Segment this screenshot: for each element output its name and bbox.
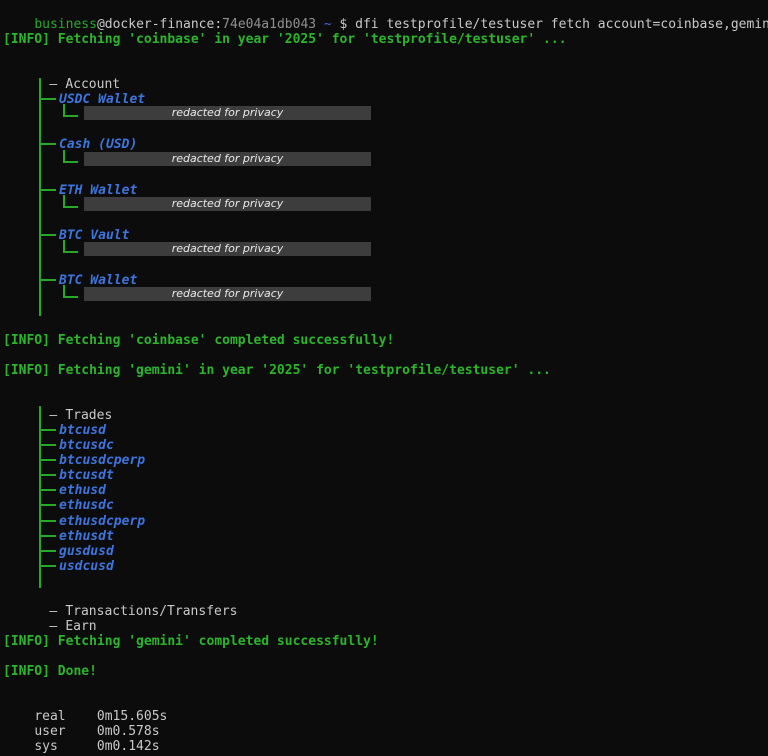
- info-fetch-gemini: [INFO] Fetching 'gemini' in year '2025' …: [3, 363, 551, 378]
- prompt-symbol: $: [340, 17, 348, 32]
- prompt-cwd: ~: [324, 17, 332, 32]
- prompt-username: business: [34, 17, 97, 32]
- trade-item: ethusdt: [59, 529, 114, 544]
- tree-branch-tick: [39, 565, 56, 567]
- trade-label: ethusdc: [59, 498, 114, 513]
- prompt-hostname: @docker-finance:: [97, 17, 222, 32]
- trade-item: ethusd: [59, 483, 106, 498]
- trade-label: gusdusd: [59, 544, 114, 559]
- timing-row-user: user0m0.578s: [3, 709, 160, 724]
- trade-item: btcusdcperp: [59, 453, 145, 468]
- trade-label: ethusdcperp: [59, 514, 145, 529]
- trade-label: usdcusd: [59, 559, 114, 574]
- info-done: [INFO] Done!: [3, 664, 97, 679]
- tree-branch-tick: [39, 429, 56, 431]
- tree-branch-tick: [39, 504, 56, 506]
- tree-vertical-line-trades: [39, 406, 41, 588]
- info-coinbase-done: [INFO] Fetching 'coinbase' completed suc…: [3, 333, 394, 348]
- timing-row-sys: sys0m0.142s: [3, 724, 160, 739]
- tree-branch-tick: [39, 459, 56, 461]
- trade-item: btcusdc: [59, 438, 114, 453]
- tree-branch-tick: [39, 535, 56, 537]
- tree-branch-tick: [39, 550, 56, 552]
- tree-branch-tick: [39, 143, 56, 145]
- tree-branch-tick: [39, 520, 56, 522]
- trade-label: btcusdc: [59, 438, 114, 453]
- redacted-bar: redacted for privacy: [84, 197, 371, 211]
- tree-elbow-connector: [63, 104, 78, 117]
- terminal-screen[interactable]: business@docker-finance:74e04a1db043~$df…: [0, 0, 768, 756]
- trade-label: ethusd: [59, 483, 106, 498]
- trade-item: ethusdcperp: [59, 514, 145, 529]
- tree-section-title: Trades: [65, 408, 112, 423]
- timing-row-real: real0m15.605s: [3, 694, 167, 709]
- tree-elbow-connector: [63, 195, 78, 208]
- trade-label: btcusd: [59, 423, 106, 438]
- tree-branch-tick: [39, 98, 56, 100]
- trade-label: btcusdcperp: [59, 453, 145, 468]
- tree-dash: —: [49, 408, 65, 423]
- tree-elbow-connector: [63, 285, 78, 298]
- tree-section-trades: —Trades: [18, 393, 112, 408]
- tree-section-transactions: —Transactions/Transfers: [18, 589, 238, 604]
- trade-item: usdcusd: [59, 559, 114, 574]
- prompt-container-id: 74e04a1db043: [222, 17, 316, 32]
- info-gemini-done: [INFO] Fetching 'gemini' completed succe…: [3, 634, 379, 649]
- trade-item: ethusdc: [59, 498, 114, 513]
- tree-section-title: Account: [65, 77, 120, 92]
- redacted-bar: redacted for privacy: [84, 106, 371, 120]
- tree-branch-tick: [39, 474, 56, 476]
- redacted-bar: redacted for privacy: [84, 152, 371, 166]
- trade-item: btcusd: [59, 423, 106, 438]
- tree-elbow-connector: [63, 150, 78, 163]
- trade-item: gusdusd: [59, 544, 114, 559]
- tree-section-account: —Account: [18, 62, 120, 77]
- trade-label: btcusdt: [59, 468, 114, 483]
- tree-elbow-connector: [63, 240, 78, 253]
- info-fetch-coinbase: [INFO] Fetching 'coinbase' in year '2025…: [3, 32, 567, 47]
- tree-section-earn: —Earn: [18, 604, 97, 619]
- tree-section-title: Earn: [65, 619, 96, 634]
- prompt-line-command: business@docker-finance:74e04a1db043~$df…: [3, 2, 768, 17]
- tree-branch-tick: [39, 279, 56, 281]
- tree-dash: —: [49, 619, 65, 634]
- redacted-bar: redacted for privacy: [84, 287, 371, 301]
- tree-branch-tick: [39, 444, 56, 446]
- command-text: dfi testprofile/testuser fetch account=c…: [355, 17, 768, 32]
- prompt-line-active[interactable]: business@docker-finance:74e04a1db043~$: [3, 740, 364, 755]
- tree-dash: —: [49, 77, 65, 92]
- tree-branch-tick: [39, 234, 56, 236]
- tree-branch-tick: [39, 489, 56, 491]
- trade-item: btcusdt: [59, 468, 114, 483]
- trade-label: ethusdt: [59, 529, 114, 544]
- tree-branch-tick: [39, 189, 56, 191]
- redacted-bar: redacted for privacy: [84, 242, 371, 256]
